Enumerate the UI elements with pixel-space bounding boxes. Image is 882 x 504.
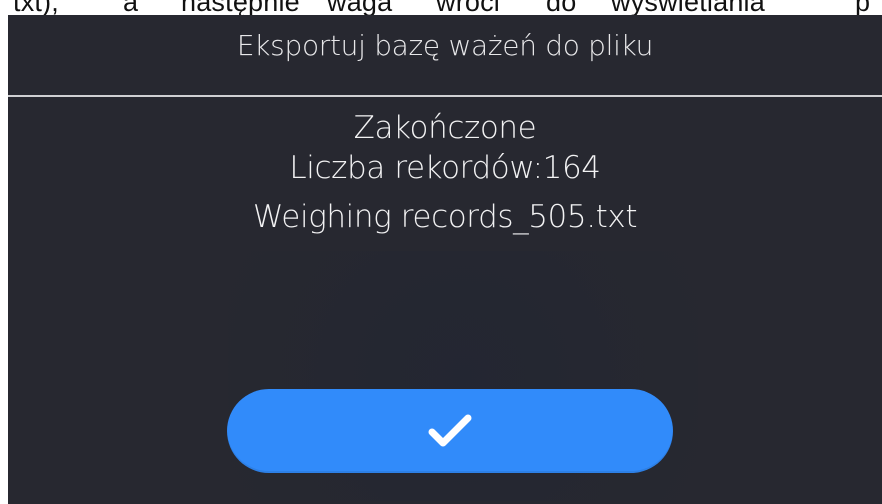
document-word-txt: txt), xyxy=(13,0,59,16)
confirm-button[interactable] xyxy=(227,389,673,473)
document-word-a: a xyxy=(123,0,139,16)
document-word-wroci: wróci xyxy=(436,0,501,16)
record-count: Liczba rekordów:164 xyxy=(289,150,601,186)
document-word-nastepnie: następnie xyxy=(181,0,300,16)
dialog-title: Eksportuj bazę ważeń do pliku xyxy=(236,29,654,62)
document-word-p: p xyxy=(855,0,871,16)
document-word-do: do xyxy=(546,0,577,16)
document-word-waga: waga xyxy=(327,0,393,16)
export-status: Zakończone xyxy=(353,110,537,146)
cropped-document-text: txt), a następnie waga wróci do wyświetl… xyxy=(0,0,882,16)
export-file-name: Weighing records_505.txt xyxy=(252,199,638,235)
title-divider xyxy=(8,95,882,97)
check-icon xyxy=(428,414,472,447)
document-word-wyswietlania: wyświetlania xyxy=(611,0,765,16)
export-complete-dialog: Eksportuj bazę ważeń do pliku Zakończone… xyxy=(8,15,882,504)
document-page: txt), a następnie waga wróci do wyświetl… xyxy=(0,0,882,504)
